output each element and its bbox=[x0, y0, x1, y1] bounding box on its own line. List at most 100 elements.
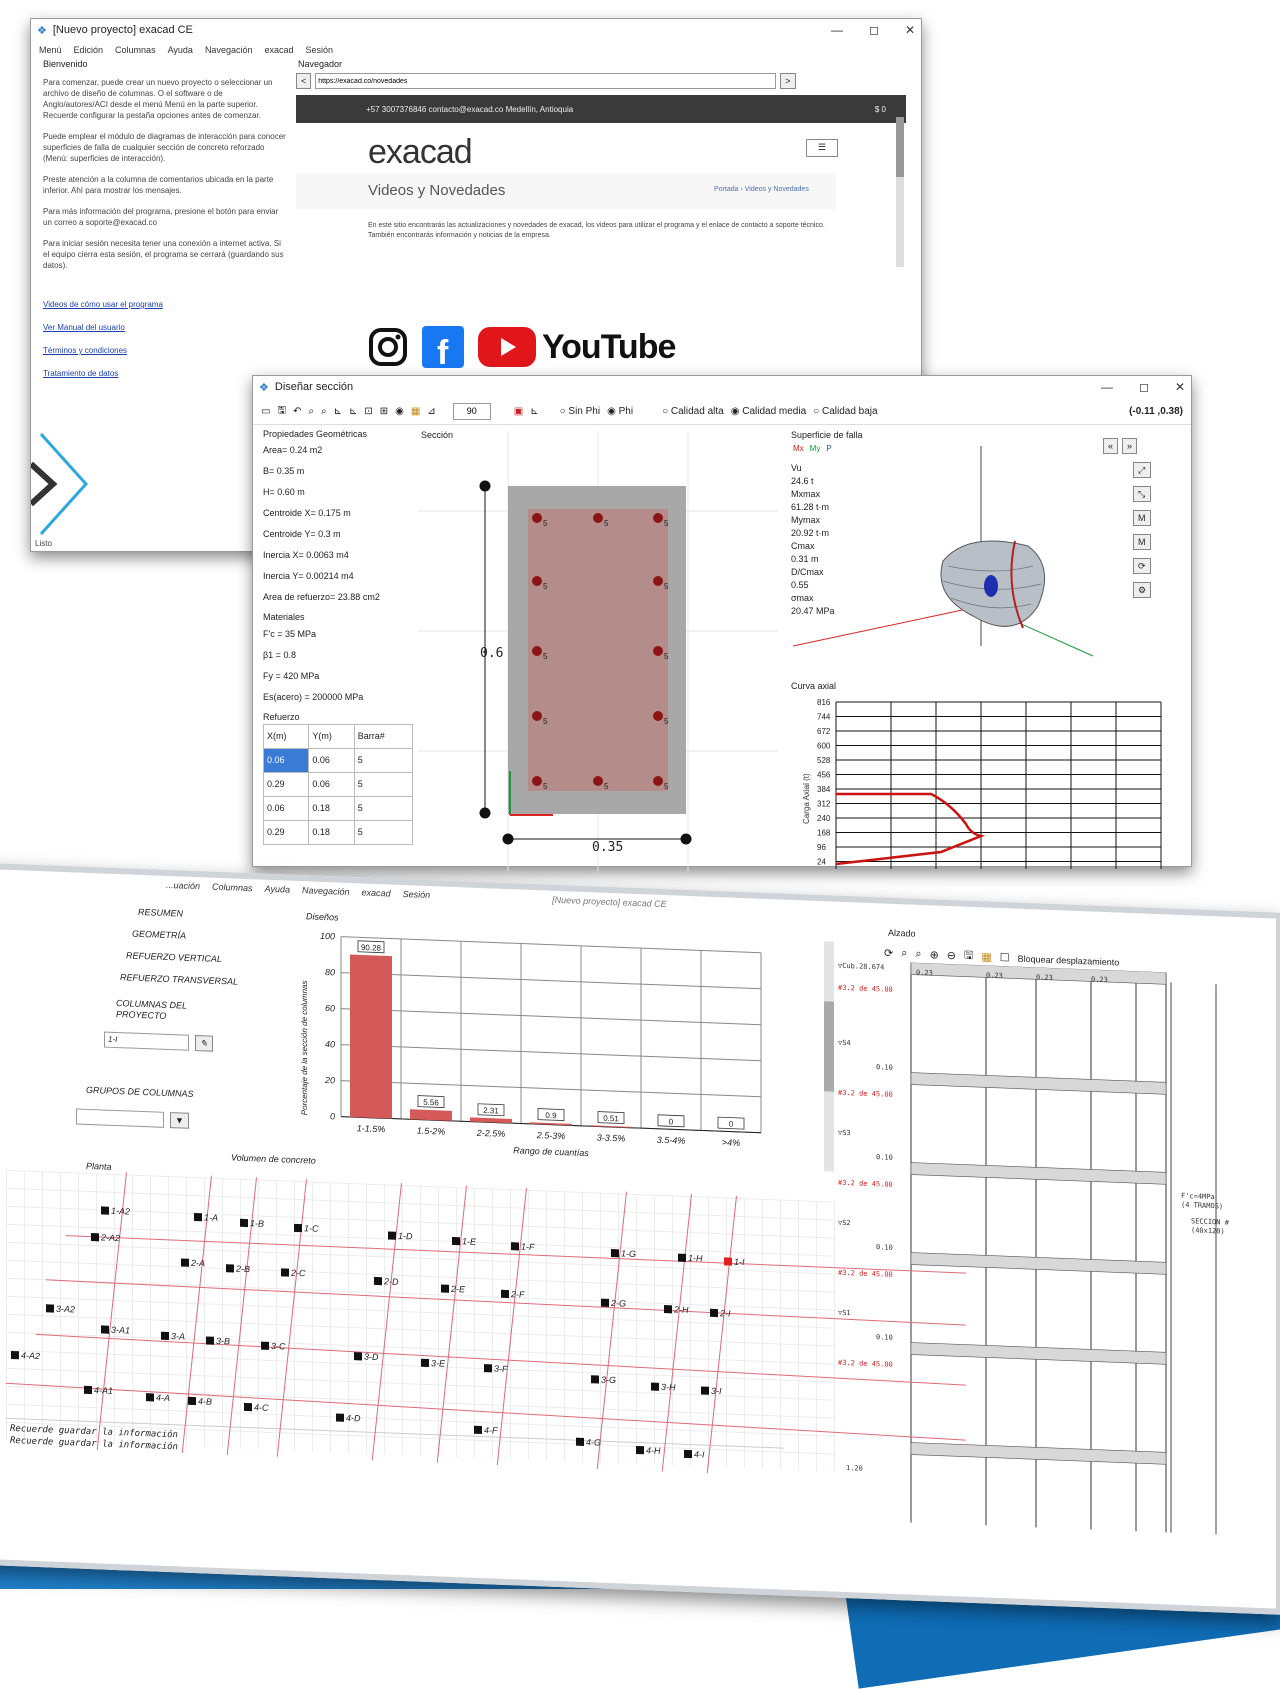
link-manual[interactable]: Ver Manual del usuario bbox=[43, 322, 288, 333]
measure-icon[interactable]: ⊿ bbox=[427, 406, 435, 417]
column-marker[interactable] bbox=[611, 1249, 619, 1258]
palette-icon[interactable]: ▦ bbox=[981, 950, 991, 963]
facebook-icon[interactable]: f bbox=[422, 326, 464, 368]
col-header[interactable]: Y(m) bbox=[308, 724, 355, 749]
table-row[interactable]: 0.06 0.06 5 bbox=[262, 748, 414, 773]
col-header[interactable]: X(m) bbox=[262, 724, 310, 749]
radio-sin-phi[interactable]: ○ Sin Phi bbox=[560, 406, 601, 417]
table-row[interactable]: 0.29 0.18 5 bbox=[262, 820, 414, 845]
menu-item[interactable]: exacad bbox=[264, 45, 293, 55]
column-marker[interactable] bbox=[91, 1233, 99, 1242]
menu-item[interactable]: Columnas bbox=[115, 45, 156, 55]
lock-checkbox[interactable]: ☐ bbox=[1000, 951, 1010, 964]
column-marker[interactable] bbox=[101, 1206, 109, 1215]
shrink-icon[interactable]: ⤡ bbox=[1133, 486, 1152, 502]
failure-surface-3d[interactable] bbox=[793, 446, 1153, 666]
zoom-in-icon[interactable]: ⌕ bbox=[901, 947, 907, 960]
youtube-wordmark[interactable]: YouTube bbox=[542, 328, 676, 367]
column-marker[interactable] bbox=[206, 1336, 214, 1345]
column-marker[interactable] bbox=[421, 1358, 429, 1368]
axes-icon[interactable]: ⊾ bbox=[334, 406, 342, 417]
column-marker[interactable] bbox=[441, 1284, 449, 1293]
palette-icon[interactable]: ▦ bbox=[411, 406, 420, 417]
column-marker[interactable] bbox=[452, 1236, 460, 1246]
table-row[interactable]: 0.06 0.18 5 bbox=[262, 796, 414, 821]
undo-icon[interactable]: ↶ bbox=[293, 406, 301, 417]
column-marker[interactable] bbox=[678, 1253, 686, 1262]
column-marker[interactable] bbox=[261, 1341, 269, 1350]
link-videos[interactable]: Videos de cómo usar el programa bbox=[43, 299, 288, 310]
sidebar-item-grupos[interactable]: GRUPOS DE COLUMNAS bbox=[86, 1079, 291, 1109]
radio-calidad-alta[interactable]: ○ Calidad alta bbox=[662, 406, 724, 417]
elevation-drawing[interactable]: ▽Cub.28.674 0.10 0.10 0.10 0.10 #3.2 de 45.00… bbox=[836, 960, 1256, 1596]
menu-item[interactable]: Ayuda bbox=[168, 45, 193, 55]
maximize-icon[interactable]: ◻ bbox=[869, 23, 879, 37]
menu-item[interactable]: ...uación bbox=[166, 879, 200, 890]
view-mx-icon[interactable]: M bbox=[1133, 510, 1152, 526]
column-marker[interactable] bbox=[651, 1382, 659, 1391]
add-bars-icon[interactable]: ⊞ bbox=[380, 406, 388, 417]
rectangle-icon[interactable]: ▭ bbox=[261, 406, 270, 417]
site-cart[interactable]: $ 0 bbox=[875, 105, 886, 114]
chart-scrollbar[interactable] bbox=[824, 941, 834, 1172]
column-marker[interactable] bbox=[188, 1396, 196, 1406]
column-marker[interactable] bbox=[710, 1308, 718, 1318]
menu-item[interactable]: Edición bbox=[74, 45, 104, 55]
bar[interactable] bbox=[350, 954, 392, 1119]
hamburger-menu-button[interactable]: ☰ bbox=[806, 139, 838, 157]
column-marker[interactable] bbox=[484, 1364, 492, 1373]
column-marker[interactable] bbox=[701, 1386, 709, 1395]
column-marker[interactable] bbox=[591, 1375, 599, 1384]
column-marker[interactable] bbox=[601, 1298, 609, 1307]
rotate-icon[interactable]: ⟳ bbox=[1133, 558, 1152, 574]
axes-alt-icon[interactable]: ⊾ bbox=[349, 406, 357, 417]
column-marker[interactable] bbox=[336, 1413, 344, 1422]
column-marker[interactable] bbox=[501, 1289, 509, 1299]
save-icon[interactable]: 🖫 bbox=[964, 947, 973, 966]
filter-icon[interactable]: ▼ bbox=[170, 1112, 189, 1129]
plus-icon[interactable]: ⊕ bbox=[930, 948, 939, 961]
column-marker[interactable] bbox=[181, 1258, 189, 1267]
zoom-out-icon[interactable]: ⌕ bbox=[321, 406, 327, 417]
column-marker[interactable] bbox=[146, 1393, 154, 1402]
radio-calidad-media[interactable]: ◉ Calidad media bbox=[731, 406, 806, 417]
column-marker[interactable] bbox=[46, 1304, 54, 1313]
table-row[interactable]: 0.29 0.06 5 bbox=[262, 772, 414, 797]
column-marker[interactable] bbox=[226, 1264, 234, 1273]
chart-icon[interactable]: ⊾ bbox=[530, 406, 538, 417]
column-marker[interactable] bbox=[354, 1352, 362, 1361]
column-marker[interactable] bbox=[294, 1223, 302, 1233]
expand-icon[interactable]: ⤢ bbox=[1133, 462, 1152, 478]
group-select[interactable] bbox=[76, 1108, 164, 1128]
column-marker[interactable] bbox=[244, 1402, 252, 1412]
column-marker[interactable] bbox=[240, 1218, 248, 1228]
zoom-in-icon[interactable]: ⌕ bbox=[308, 406, 314, 417]
angle-input[interactable] bbox=[452, 402, 491, 420]
bar[interactable] bbox=[470, 1117, 512, 1124]
add-bar-icon[interactable]: ⊡ bbox=[364, 406, 372, 417]
column-marker[interactable] bbox=[281, 1268, 289, 1277]
column-marker[interactable] bbox=[511, 1242, 519, 1251]
zoom-out-icon[interactable]: ⌕ bbox=[915, 948, 921, 961]
column-marker[interactable] bbox=[684, 1449, 692, 1459]
menu-item[interactable]: Ayuda bbox=[265, 883, 290, 894]
refresh-icon[interactable]: ⟳ bbox=[884, 946, 893, 959]
next-button[interactable]: » bbox=[1122, 438, 1138, 454]
column-marker[interactable] bbox=[724, 1257, 732, 1266]
menu-item[interactable]: Sesión bbox=[403, 889, 431, 900]
browser-scrollbar[interactable] bbox=[896, 117, 904, 267]
go-button[interactable]: > bbox=[780, 73, 796, 89]
minimize-icon[interactable]: — bbox=[1101, 380, 1113, 394]
menu-item[interactable]: Sesión bbox=[306, 45, 334, 55]
column-marker[interactable] bbox=[11, 1350, 19, 1360]
menu-item[interactable]: Navegación bbox=[205, 45, 253, 55]
back-button[interactable]: < bbox=[296, 73, 312, 89]
menu-item[interactable]: exacad bbox=[362, 887, 391, 898]
col-header[interactable]: Barra# bbox=[353, 724, 414, 749]
column-marker[interactable] bbox=[194, 1212, 202, 1222]
column-marker[interactable] bbox=[388, 1231, 396, 1240]
settings-icon[interactable]: ⚙ bbox=[1133, 582, 1152, 598]
maximize-icon[interactable]: ◻ bbox=[1139, 380, 1149, 394]
hero-breadcrumb[interactable]: Portada › Videos y Novedades bbox=[714, 186, 809, 193]
column-marker[interactable] bbox=[101, 1325, 109, 1334]
